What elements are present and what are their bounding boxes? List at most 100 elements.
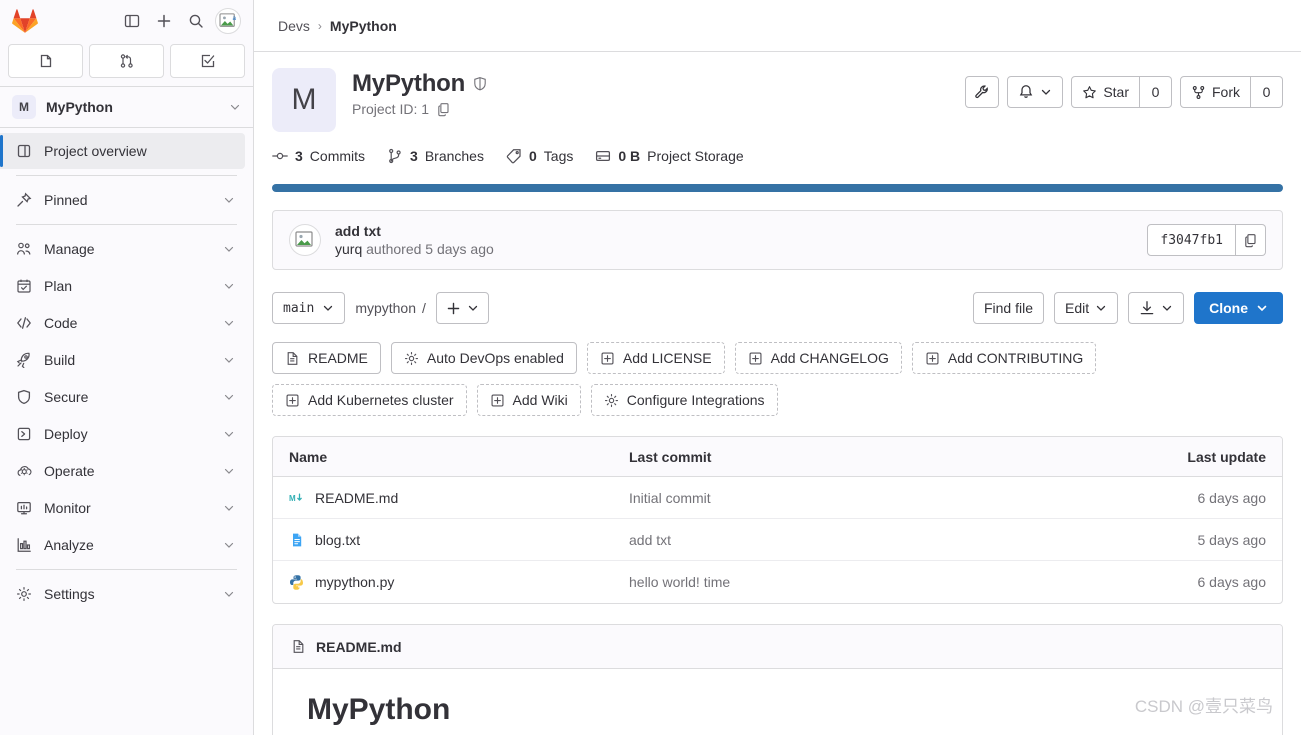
- commit-author[interactable]: yurq: [335, 241, 362, 257]
- stat-commits[interactable]: 3 Commits: [272, 148, 365, 164]
- sidebar-item-project-overview[interactable]: Project overview: [0, 133, 245, 169]
- fork-button-group: Fork 0: [1180, 76, 1283, 108]
- file-name[interactable]: README.md: [315, 490, 398, 506]
- chevron-down-icon: [1095, 302, 1107, 314]
- gitlab-logo-icon[interactable]: [12, 8, 38, 34]
- copy-sha-icon[interactable]: [1236, 224, 1266, 256]
- sidebar-item-monitor[interactable]: Monitor: [0, 490, 245, 526]
- copy-icon[interactable]: [436, 102, 451, 117]
- download-button[interactable]: [1128, 292, 1185, 324]
- sidebar-item-deploy[interactable]: Deploy: [0, 416, 245, 452]
- sidebar-item-pinned[interactable]: Pinned: [0, 182, 245, 218]
- sidebar-item-code[interactable]: Code: [0, 305, 245, 341]
- sidebar-item-manage[interactable]: Manage: [0, 231, 245, 267]
- context-avatar: M: [12, 95, 36, 119]
- commit-author-avatar[interactable]: [289, 224, 321, 256]
- sidebar-item-secure[interactable]: Secure: [0, 379, 245, 415]
- fork-count[interactable]: 0: [1251, 76, 1283, 108]
- plus-box-icon: [600, 351, 615, 366]
- table-row[interactable]: mypython.py hello world! time 6 days ago: [273, 561, 1282, 603]
- star-button[interactable]: Star: [1071, 76, 1140, 108]
- sidebar-item-operate[interactable]: Operate: [0, 453, 245, 489]
- toggle-sidebar-icon[interactable]: [117, 6, 147, 36]
- breadcrumb-current[interactable]: MyPython: [330, 18, 397, 34]
- find-file-button[interactable]: Find file: [972, 292, 1044, 324]
- star-icon: [1082, 85, 1097, 100]
- repo-path-root[interactable]: mypython: [355, 300, 416, 316]
- issues-tile[interactable]: [8, 44, 83, 78]
- file-last-update: 5 days ago: [1197, 531, 1267, 548]
- sidebar-item-build[interactable]: Build: [0, 342, 245, 378]
- file-table-header: Name Last commit Last update: [273, 437, 1282, 477]
- quick-action-add-changelog[interactable]: Add CHANGELOG: [734, 342, 902, 374]
- plus-box-icon: [490, 393, 505, 408]
- table-row[interactable]: M README.md Initial commit 6 days ago: [273, 477, 1282, 519]
- quick-action-label: Add CONTRIBUTING: [947, 350, 1084, 366]
- quick-action-auto-devops[interactable]: Auto DevOps enabled: [390, 342, 577, 374]
- calendar-icon: [16, 278, 32, 294]
- user-avatar[interactable]: a: [213, 6, 243, 36]
- sidebar-item-label: Code: [44, 315, 78, 331]
- sidebar-item-analyze[interactable]: Analyze: [0, 527, 245, 563]
- download-icon: [1139, 300, 1155, 316]
- nav-separator-3: [16, 569, 237, 570]
- plus-icon[interactable]: [149, 6, 179, 36]
- edit-button[interactable]: Edit: [1053, 292, 1119, 324]
- table-row[interactable]: blog.txt add txt 5 days ago: [273, 519, 1282, 561]
- sidebar-item-settings[interactable]: Settings: [0, 576, 245, 612]
- file-name[interactable]: mypython.py: [315, 574, 394, 590]
- project-stats: 3 Commits 3 Branches 0 Tags 0 B Project …: [272, 148, 1283, 164]
- chevron-down-icon: [224, 246, 234, 252]
- project-overview-icon: [16, 143, 32, 159]
- quick-action-configure-integrations[interactable]: Configure Integrations: [590, 384, 778, 416]
- chevron-down-icon: [1040, 86, 1052, 98]
- star-count[interactable]: 0: [1140, 76, 1172, 108]
- quick-action-add-wiki[interactable]: Add Wiki: [476, 384, 581, 416]
- add-to-repo-button[interactable]: [435, 292, 489, 324]
- sidebar-nav: Project overview Pinned Manage Plan Code…: [0, 128, 253, 735]
- search-icon[interactable]: [181, 6, 211, 36]
- commit-title[interactable]: add txt: [335, 223, 1133, 239]
- quick-action-label: Configure Integrations: [626, 392, 765, 408]
- file-last-commit-text[interactable]: Initial commit: [629, 490, 711, 506]
- quick-action-add-kubernetes-cluster[interactable]: Add Kubernetes cluster: [272, 384, 467, 416]
- avatar: a: [215, 8, 241, 34]
- file-last-commit: hello world! time: [629, 574, 1116, 590]
- file-name[interactable]: blog.txt: [315, 532, 360, 548]
- chevron-down-icon: [224, 320, 234, 326]
- quick-action-readme[interactable]: README: [272, 342, 381, 374]
- gear-icon: [404, 351, 419, 366]
- file-last-commit-text[interactable]: hello world! time: [629, 574, 730, 590]
- readme-title[interactable]: README.md: [316, 639, 402, 655]
- commit-sha[interactable]: f3047fb1: [1147, 224, 1236, 256]
- clone-button[interactable]: Clone: [1194, 292, 1283, 324]
- fork-button[interactable]: Fork: [1180, 76, 1251, 108]
- file-last-commit-text[interactable]: add txt: [629, 532, 671, 548]
- repo-toolbar: main mypython / Find file Edit Clone: [272, 292, 1283, 324]
- sidebar-item-label: Build: [44, 352, 76, 368]
- plus-box-icon: [925, 351, 940, 366]
- quick-action-label: Add LICENSE: [622, 350, 712, 366]
- stat-branches[interactable]: 3 Branches: [387, 148, 484, 164]
- chevron-down-icon: [224, 197, 234, 203]
- issues-icon: [38, 53, 54, 69]
- project-context-switcher[interactable]: M MyPython: [0, 87, 253, 127]
- clone-label: Clone: [1209, 300, 1248, 316]
- stat-storage[interactable]: 0 B Project Storage: [595, 148, 744, 164]
- quick-action-add-contributing[interactable]: Add CONTRIBUTING: [911, 342, 1097, 374]
- pin-project-button[interactable]: [965, 76, 1000, 108]
- quick-action-add-license[interactable]: Add LICENSE: [586, 342, 725, 374]
- commit-meta: authored 5 days ago: [366, 241, 494, 257]
- breadcrumb-group[interactable]: Devs: [278, 18, 310, 34]
- language-bar[interactable]: [272, 184, 1283, 192]
- merge-requests-tile[interactable]: [89, 44, 164, 78]
- breadcrumb: Devs › MyPython: [254, 0, 1301, 52]
- branch-selector[interactable]: main: [272, 292, 346, 324]
- notifications-button[interactable]: [1007, 76, 1064, 108]
- stat-value: 3: [410, 148, 418, 164]
- stat-tags[interactable]: 0 Tags: [506, 148, 573, 164]
- todo-list-tile[interactable]: [170, 44, 245, 78]
- sidebar-item-plan[interactable]: Plan: [0, 268, 245, 304]
- bell-icon: [1018, 84, 1034, 100]
- commit-text: add txt yurq authored 5 days ago: [335, 223, 1133, 257]
